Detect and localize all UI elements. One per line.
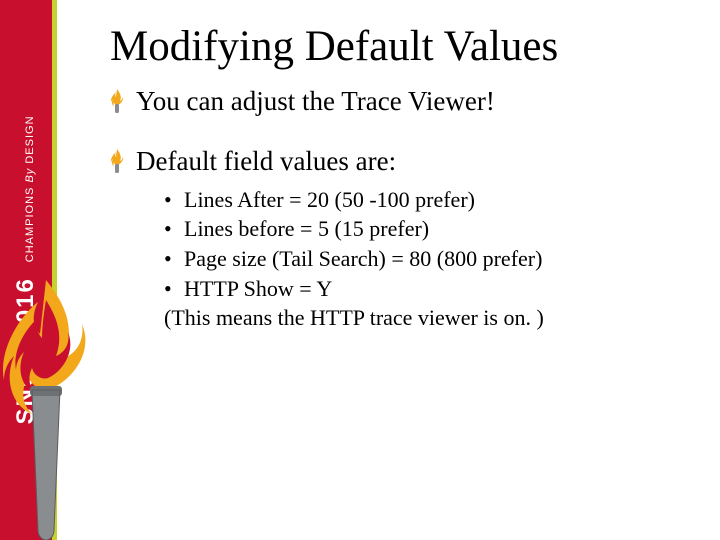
brand-sub: CHAMPIONS By DESIGN [24, 115, 36, 262]
slide-title: Modifying Default Values [110, 22, 700, 71]
bullet-list: You can adjust the Trace Viewer! Default… [110, 85, 700, 333]
sub-bullet-item: Lines After = 20 (50 -100 prefer) [164, 185, 700, 215]
sidebar-green-stripe [52, 0, 57, 540]
bullet-item: You can adjust the Trace Viewer! [110, 85, 700, 119]
bullet-text: You can adjust the Trace Viewer! [136, 86, 495, 116]
content: Modifying Default Values You can adjust … [110, 22, 700, 333]
brand-sub-em: By [24, 168, 36, 183]
sidebar: SNUG 2016 CHAMPIONS By DESIGN [0, 0, 60, 540]
torch-bullet-icon [110, 149, 124, 173]
brand-main: SNUG 2016 [12, 277, 39, 424]
bullet-text: Default field values are: [136, 146, 396, 176]
brand-sub-suffix: DESIGN [24, 115, 36, 167]
bullet-item: Default field values are: Lines After = … [110, 145, 700, 333]
sidebar-brand: SNUG 2016 CHAMPIONS By DESIGN [12, 115, 40, 424]
sub-bullet-item: HTTP Show = Y [164, 274, 700, 304]
slide: SNUG 2016 CHAMPIONS By DESIGN Modifying … [0, 0, 720, 540]
sub-bullet-list: Lines After = 20 (50 -100 prefer) Lines … [136, 185, 700, 304]
sub-bullet-item: Page size (Tail Search) = 80 (800 prefer… [164, 244, 700, 274]
sub-bullet-item: Lines before = 5 (15 prefer) [164, 214, 700, 244]
brand-sub-prefix: CHAMPIONS [24, 183, 36, 263]
torch-bullet-icon [110, 89, 124, 113]
sub-note: (This means the HTTP trace viewer is on.… [136, 303, 700, 333]
